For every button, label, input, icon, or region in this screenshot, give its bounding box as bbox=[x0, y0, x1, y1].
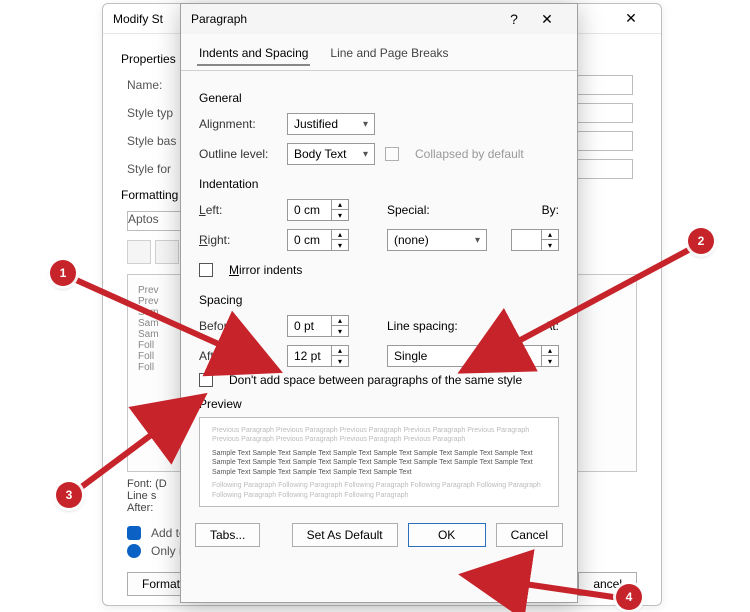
spin-up-icon[interactable]: ▴ bbox=[332, 346, 348, 356]
tabs-button[interactable]: Tabs... bbox=[195, 523, 260, 547]
spin-up-icon[interactable]: ▴ bbox=[332, 230, 348, 240]
chevron-down-icon: ▾ bbox=[363, 149, 368, 160]
linespacing-label: Line spacing: bbox=[387, 319, 467, 333]
tab-line-page-breaks[interactable]: Line and Page Breaks bbox=[328, 42, 450, 66]
after-spinner[interactable]: 12 pt ▴▾ bbox=[287, 345, 349, 367]
annotation-3: 3 bbox=[56, 482, 82, 508]
spin-up-icon[interactable]: ▴ bbox=[542, 230, 558, 240]
paragraph-dialog: Paragraph ? ✕ Indents and Spacing Line a… bbox=[180, 3, 578, 603]
ok-button[interactable]: OK bbox=[408, 523, 486, 547]
spin-up-icon[interactable]: ▴ bbox=[332, 316, 348, 326]
chevron-down-icon: ▾ bbox=[363, 119, 368, 130]
preview-box: Previous Paragraph Previous Paragraph Pr… bbox=[199, 417, 559, 507]
linespacing-combo[interactable]: Single ▾ bbox=[387, 345, 487, 367]
by-spinner[interactable]: ▴▾ bbox=[511, 229, 559, 251]
close-icon[interactable]: ✕ bbox=[527, 11, 567, 28]
before-spinner[interactable]: 0 pt ▴▾ bbox=[287, 315, 349, 337]
spin-up-icon[interactable]: ▴ bbox=[332, 200, 348, 210]
general-heading: General bbox=[199, 91, 559, 105]
chevron-down-icon: ▾ bbox=[475, 235, 480, 246]
annotation-1: 1 bbox=[50, 260, 76, 286]
annotation-4: 4 bbox=[616, 584, 642, 610]
cancel-button[interactable]: Cancel bbox=[496, 523, 563, 547]
special-label: Special: bbox=[387, 203, 467, 217]
spin-down-icon[interactable]: ▾ bbox=[332, 210, 348, 220]
by-label: By: bbox=[542, 203, 559, 217]
dont-add-space-label: Don't add space between paragraphs of th… bbox=[229, 373, 522, 387]
onlyin-radio[interactable] bbox=[127, 544, 141, 558]
outline-label: Outline level: bbox=[199, 147, 277, 161]
at-spinner[interactable]: ▴▾ bbox=[511, 345, 559, 367]
spin-down-icon[interactable]: ▾ bbox=[542, 240, 558, 250]
indentation-heading: Indentation bbox=[199, 177, 559, 191]
spin-down-icon[interactable]: ▾ bbox=[332, 356, 348, 366]
annotation-2: 2 bbox=[688, 228, 714, 254]
button-bar: Tabs... Set As Default OK Cancel bbox=[181, 515, 577, 557]
preview-heading: Preview bbox=[199, 397, 559, 411]
paragraph-titlebar: Paragraph ? ✕ bbox=[181, 4, 577, 34]
spacing-heading: Spacing bbox=[199, 293, 559, 307]
mirror-indents-checkbox[interactable] bbox=[199, 263, 213, 277]
collapsed-label: Collapsed by default bbox=[415, 147, 524, 161]
special-combo[interactable]: (none) ▾ bbox=[387, 229, 487, 251]
chevron-down-icon: ▾ bbox=[475, 351, 480, 362]
close-icon[interactable]: ✕ bbox=[611, 10, 651, 27]
before-label: Before: bbox=[199, 319, 277, 333]
right-label: Right: bbox=[199, 233, 277, 247]
left-label: Left: bbox=[199, 203, 277, 217]
toolbar-button[interactable] bbox=[127, 240, 151, 264]
spin-down-icon[interactable]: ▾ bbox=[542, 356, 558, 366]
spin-up-icon[interactable]: ▴ bbox=[542, 346, 558, 356]
tab-indents-spacing[interactable]: Indents and Spacing bbox=[197, 42, 310, 66]
collapsed-checkbox[interactable] bbox=[385, 147, 399, 161]
tab-bar: Indents and Spacing Line and Page Breaks bbox=[181, 34, 577, 71]
alignment-combo[interactable]: Justified ▾ bbox=[287, 113, 375, 135]
addto-checkbox[interactable] bbox=[127, 526, 141, 540]
left-spinner[interactable]: 0 cm ▴▾ bbox=[287, 199, 349, 221]
outline-combo[interactable]: Body Text ▾ bbox=[287, 143, 375, 165]
help-icon[interactable]: ? bbox=[501, 11, 527, 27]
after-label: After: bbox=[199, 349, 277, 363]
spin-down-icon[interactable]: ▾ bbox=[332, 326, 348, 336]
toolbar-button[interactable] bbox=[155, 240, 179, 264]
set-default-button[interactable]: Set As Default bbox=[292, 523, 398, 547]
at-label: At: bbox=[544, 319, 559, 333]
paragraph-title: Paragraph bbox=[191, 12, 501, 26]
right-spinner[interactable]: 0 cm ▴▾ bbox=[287, 229, 349, 251]
spin-down-icon[interactable]: ▾ bbox=[332, 240, 348, 250]
dont-add-space-checkbox[interactable] bbox=[199, 373, 213, 387]
mirror-indents-label: Mirror indents bbox=[229, 263, 302, 277]
alignment-label: Alignment: bbox=[199, 117, 277, 131]
